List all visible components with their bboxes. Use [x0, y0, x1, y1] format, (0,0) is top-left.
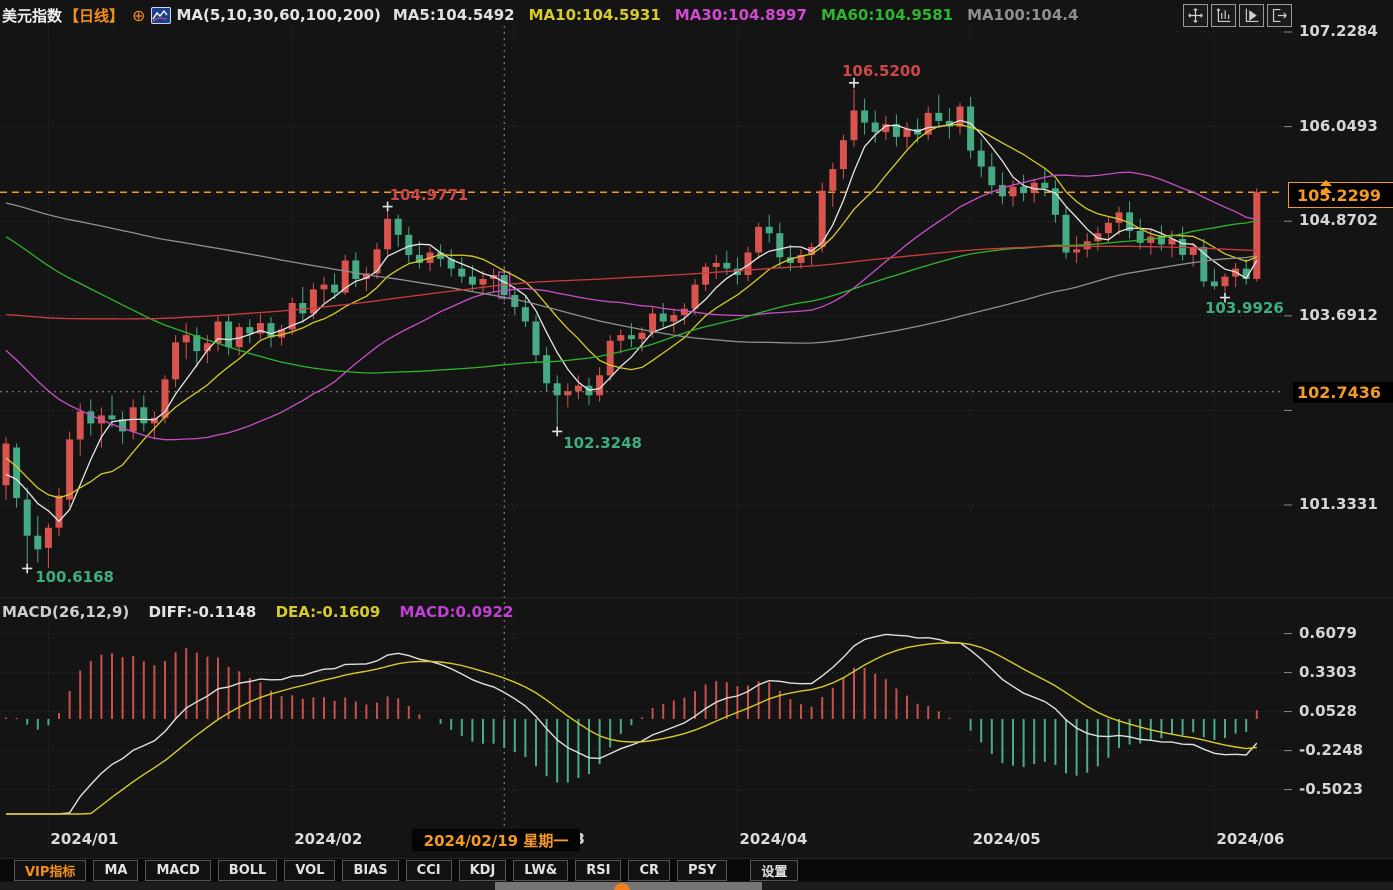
- diff-value: DIFF:-0.1148: [149, 603, 257, 621]
- price-axis-label: 107.2284: [1299, 22, 1378, 40]
- macd-header: MACD(26,12,9) DIFF:-0.1148 DEA:-0.1609 M…: [2, 603, 527, 621]
- crosshair-price-label: 102.7436: [1293, 382, 1393, 403]
- last-price-tag: 105.2299: [1288, 182, 1393, 208]
- pan-tool-icon[interactable]: [1183, 4, 1208, 27]
- tab-boll[interactable]: BOLL: [218, 860, 278, 881]
- candlestick-chart[interactable]: [0, 0, 1393, 890]
- x-axis-month-label: 2024/01: [50, 830, 118, 848]
- macd-axis-label: -0.2248: [1299, 741, 1363, 759]
- exit-icon[interactable]: [1267, 4, 1292, 27]
- macd-params-label: MACD(26,12,9): [2, 603, 129, 621]
- macd-value: MACD:0.0922: [400, 603, 514, 621]
- dea-value: DEA:-0.1609: [276, 603, 381, 621]
- chart-toolbar-icons: [1183, 4, 1292, 27]
- high-annotation: 104.9771: [390, 186, 469, 204]
- ma5-value: MA5:104.5492: [393, 6, 515, 24]
- settings-button[interactable]: 设置: [750, 860, 798, 881]
- ma-settings-label: MA(5,10,30,60,100,200): [176, 6, 380, 24]
- price-axis-label: 101.3331: [1299, 495, 1378, 513]
- indicator-toolbar: VIP指标 MA MACD BOLL VOL BIAS CCI KDJ LW& …: [0, 858, 1393, 881]
- price-axis-label: 104.8702: [1299, 211, 1378, 229]
- tab-kdj[interactable]: KDJ: [459, 860, 507, 881]
- chart-background: [0, 0, 1393, 890]
- tab-lw[interactable]: LW&: [513, 860, 568, 881]
- chart-header: 美元指数 【日线】 ⊕ MA(5,10,30,60,100,200) MA5:1…: [2, 3, 1092, 27]
- tab-rsi[interactable]: RSI: [575, 860, 621, 881]
- x-axis-month-label: 2024/04: [739, 830, 807, 848]
- tab-ma[interactable]: MA: [93, 860, 138, 881]
- macd-axis-label: 0.6079: [1299, 624, 1357, 642]
- tab-vip-indicator[interactable]: VIP指标: [14, 860, 86, 881]
- price-up-arrows-icon: [1320, 180, 1332, 194]
- chart-scrollbar[interactable]: [0, 882, 1393, 890]
- tab-macd[interactable]: MACD: [145, 860, 210, 881]
- macd-axis-label: 0.3303: [1299, 663, 1357, 681]
- tab-vol[interactable]: VOL: [284, 860, 335, 881]
- low-annotation: 100.6168: [35, 568, 114, 586]
- tab-psy[interactable]: PSY: [677, 860, 727, 881]
- x-axis-month-label: 2024/02: [294, 830, 362, 848]
- low-annotation: 102.3248: [563, 434, 642, 452]
- macd-axis-label: 0.0528: [1299, 702, 1357, 720]
- macd-axis-label: -0.5023: [1299, 780, 1363, 798]
- crosshair-date-label: 2024/02/19 星期一: [412, 829, 580, 851]
- trading-chart-app: 美元指数 【日线】 ⊕ MA(5,10,30,60,100,200) MA5:1…: [0, 0, 1393, 890]
- price-axis-label: 106.0493: [1299, 117, 1378, 135]
- high-annotation: 106.5200: [842, 62, 921, 80]
- tab-cr[interactable]: CR: [628, 860, 670, 881]
- playback-chart-icon[interactable]: [1239, 4, 1264, 27]
- add-indicator-icon[interactable]: ⊕: [132, 6, 145, 25]
- low-annotation: 103.9926: [1205, 299, 1284, 317]
- x-axis-month-label: 2024/06: [1216, 830, 1284, 848]
- axis-scale-chart-icon[interactable]: [1211, 4, 1236, 27]
- kline-chart-icon[interactable]: [151, 7, 171, 24]
- x-axis-month-label: 2024/05: [973, 830, 1041, 848]
- period-label: 【日线】: [64, 5, 124, 26]
- ma10-value: MA10:104.5931: [529, 6, 661, 24]
- ma60-value: MA60:104.9581: [821, 6, 953, 24]
- symbol-name: 美元指数: [2, 5, 62, 26]
- price-axis-label: 103.6912: [1299, 306, 1378, 324]
- ma30-value: MA30:104.8997: [675, 6, 807, 24]
- tab-cci[interactable]: CCI: [406, 860, 452, 881]
- tab-bias[interactable]: BIAS: [342, 860, 398, 881]
- ma100-value: MA100:104.4: [967, 6, 1078, 24]
